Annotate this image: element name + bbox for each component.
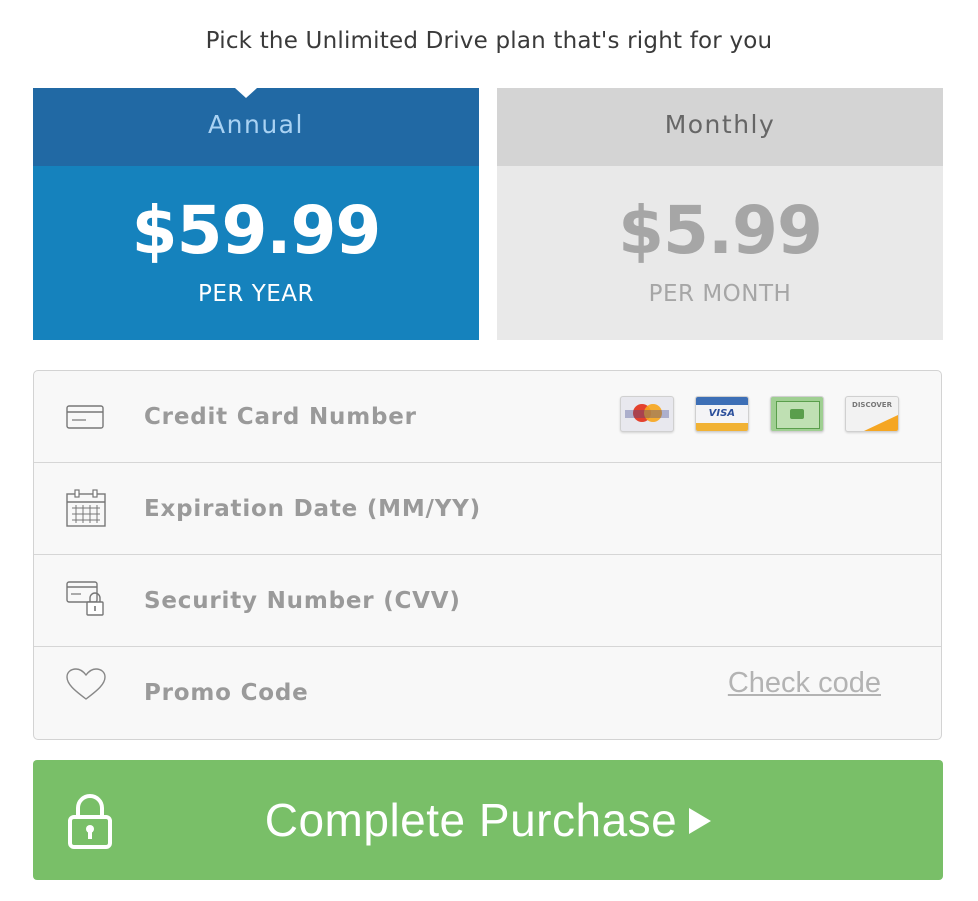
- promo-row: Check code: [34, 647, 941, 739]
- mastercard-logo-icon: [619, 396, 674, 432]
- plan-monthly-option[interactable]: Monthly $5.99 PER MONTH: [497, 88, 943, 340]
- plan-annual-option[interactable]: Annual $59.99 PER YEAR: [33, 88, 479, 340]
- cvv-row: [34, 555, 941, 647]
- plan-monthly-name: Monthly: [664, 110, 776, 139]
- plan-annual-header: Annual: [33, 88, 479, 166]
- card-number-input[interactable]: [144, 397, 604, 437]
- expiration-date-input[interactable]: [144, 489, 604, 529]
- plan-monthly-header: Monthly: [497, 88, 943, 166]
- plan-annual-price: $59.99: [131, 192, 382, 269]
- cvv-input[interactable]: [144, 581, 604, 621]
- plan-annual-name: Annual: [208, 110, 304, 139]
- play-arrow-icon: [689, 807, 712, 834]
- promo-code-input[interactable]: [144, 673, 604, 713]
- page-heading: Pick the Unlimited Drive plan that's rig…: [205, 28, 773, 54]
- plan-monthly-period: PER MONTH: [648, 281, 792, 307]
- check-code-link[interactable]: Check code: [728, 667, 881, 700]
- calendar-icon: [66, 489, 106, 527]
- plan-annual-period: PER YEAR: [198, 281, 314, 307]
- expiration-row: [34, 463, 941, 555]
- plan-monthly-body: $5.99 PER MONTH: [497, 166, 943, 340]
- heart-icon: [66, 668, 106, 700]
- generic-card-icon: [769, 396, 824, 432]
- card-brands: VISA DISCOVER: [604, 396, 899, 434]
- plan-monthly-price: $5.99: [618, 192, 823, 269]
- complete-purchase-text: Complete Purchase: [264, 794, 678, 846]
- plan-annual-body: $59.99 PER YEAR: [33, 166, 479, 340]
- credit-card-icon: [66, 405, 104, 429]
- complete-purchase-button[interactable]: Complete Purchase: [33, 760, 943, 880]
- complete-purchase-label: Complete Purchase: [33, 793, 943, 847]
- visa-logo-icon: VISA: [694, 396, 749, 432]
- payment-form: VISA DISCOVER: [33, 370, 942, 740]
- card-lock-icon: [66, 581, 104, 616]
- card-number-row: VISA DISCOVER: [34, 371, 941, 463]
- discover-logo-icon: DISCOVER: [845, 396, 899, 432]
- selected-caret-icon: [235, 88, 257, 98]
